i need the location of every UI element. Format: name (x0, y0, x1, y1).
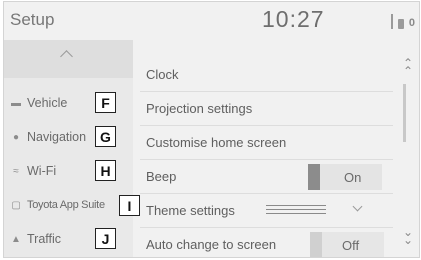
traffic-icon: ▲ (11, 233, 21, 245)
setup-screen: Setup 10:27 0 ▬ Vehicle ● Navigation ≈ W… (3, 1, 420, 258)
wifi-icon: ≈ (13, 165, 19, 177)
setting-label: Customise home screen (146, 135, 287, 150)
setting-label: Auto change to screen (146, 237, 277, 252)
setting-row-projection[interactable]: Projection settings (140, 92, 393, 126)
scrollbar-thumb[interactable] (403, 84, 406, 142)
sidebar-scroll-up-button[interactable] (4, 40, 133, 78)
setting-label: Theme settings (146, 203, 235, 218)
toggle-knob (308, 164, 320, 190)
navigation-icon: ● (12, 131, 20, 143)
callout-label: H (95, 160, 116, 181)
setting-row-beep[interactable]: Beep On (140, 160, 393, 194)
beep-toggle[interactable]: On (308, 164, 382, 190)
status-area: 0 (390, 14, 415, 29)
toggle-value: On (344, 170, 362, 185)
setting-row-theme[interactable]: Theme settings (140, 194, 393, 228)
auto-change-toggle[interactable]: Off (310, 232, 384, 257)
scroll-up-button[interactable]: ⌃ ⌃ (400, 57, 416, 77)
callout-label: I (119, 195, 140, 216)
sidebar-item-label: Toyota App Suite (27, 199, 105, 211)
chevron-down-icon (352, 201, 363, 212)
chevron-up-icon (60, 50, 73, 63)
app-suite-icon: ▢ (11, 199, 21, 211)
vehicle-icon: ▬ (11, 97, 21, 109)
scroll-down-button[interactable]: ⌄ ⌄ (400, 226, 416, 246)
setting-label: Clock (146, 67, 179, 82)
sidebar-item-label: Traffic (27, 232, 62, 246)
setting-row-clock[interactable]: Clock (140, 58, 393, 92)
toggle-knob (310, 232, 322, 257)
header: Setup 10:27 0 (4, 2, 419, 38)
sidebar-item-label: Wi-Fi (27, 164, 57, 178)
signal-icon (390, 14, 393, 29)
sidebar-item-label: Navigation (27, 130, 87, 144)
callout-label: J (95, 228, 116, 249)
setting-label: Beep (146, 169, 177, 184)
callout-label: G (95, 126, 116, 147)
theme-preview (266, 205, 326, 217)
toggle-value: Off (342, 238, 360, 253)
setting-row-customise-home[interactable]: Customise home screen (140, 126, 393, 160)
sidebar: ▬ Vehicle ● Navigation ≈ Wi-Fi ▢ Toyota … (4, 40, 133, 257)
sidebar-item-label: Vehicle (27, 96, 68, 110)
clock-display: 10:27 (262, 6, 325, 32)
sidebar-item-toyota-app-suite[interactable]: ▢ Toyota App Suite (4, 190, 133, 220)
callout-label: F (95, 92, 116, 113)
status-indicator: 0 (408, 17, 415, 29)
setting-row-auto-change[interactable]: Auto change to screen Off (140, 228, 393, 257)
setting-label: Projection settings (146, 101, 253, 116)
page-title: Setup (10, 10, 55, 29)
battery-icon (397, 19, 404, 29)
